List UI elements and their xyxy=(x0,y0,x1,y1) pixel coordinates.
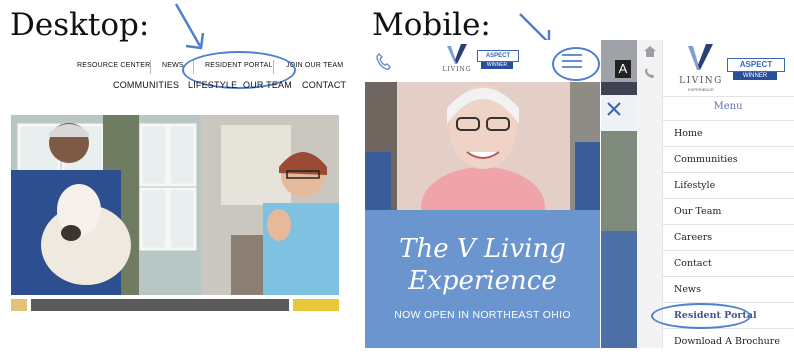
menu-title: Menu xyxy=(713,101,743,112)
menu-item-careers[interactable]: Careers xyxy=(662,224,794,250)
mobile-hero-image xyxy=(365,82,600,247)
nav-communities[interactable]: COMMUNITIES xyxy=(113,80,179,90)
v-living-logo-icon xyxy=(447,44,467,64)
desktop-main-nav: COMMUNITIES LIFESTYLE OUR TEAM CONTACT xyxy=(110,80,346,94)
side-menu-icon-rail xyxy=(637,40,663,348)
arrow-to-resident-portal xyxy=(174,3,205,50)
mobile-label: Mobile: xyxy=(372,7,491,43)
menu-item-download-brochure[interactable]: Download A Brochure xyxy=(662,328,794,354)
banner-title-line2: Experience xyxy=(408,266,557,296)
nav-our-team[interactable]: OUR TEAM xyxy=(243,80,292,90)
desktop-label: Desktop: xyxy=(10,7,150,43)
menu-item-our-team[interactable]: Our Team xyxy=(662,198,794,224)
overlay-background: A xyxy=(601,40,637,348)
phone-icon[interactable] xyxy=(644,68,655,79)
menu-item-home[interactable]: Home xyxy=(662,120,794,146)
logo-text: LIVING xyxy=(442,66,472,73)
mobile-banner: The V Living Experience NOW OPEN IN NORT… xyxy=(365,210,600,348)
desktop-photo-strip xyxy=(11,298,339,311)
desktop-hero-image xyxy=(11,115,339,295)
menu-item-contact[interactable]: Contact xyxy=(662,250,794,276)
nav-lifestyle[interactable]: LIFESTYLE xyxy=(188,80,237,90)
menu-aspect-award-badge: ASPECT WINNER xyxy=(727,58,785,82)
banner-subtitle: NOW OPEN IN NORTHEAST OHIO xyxy=(394,309,571,321)
menu-logo-subtext: EXPERIENCE xyxy=(688,87,714,92)
menu-item-lifestyle[interactable]: Lifestyle xyxy=(662,172,794,198)
banner-title-line1: The V Living xyxy=(399,234,566,264)
menu-logo-text: LIVING xyxy=(679,76,723,86)
mobile-body: The V Living Experience NOW OPEN IN NORT… xyxy=(365,82,600,348)
menu-resident-portal-highlight xyxy=(651,303,751,329)
close-icon[interactable] xyxy=(607,102,621,116)
nav-resource-center[interactable]: RESOURCE CENTER xyxy=(77,62,150,69)
nav-news[interactable]: NEWS xyxy=(162,62,184,69)
aspect-award-badge: ASPECT WINNER xyxy=(477,50,519,70)
menu-item-news[interactable]: News xyxy=(662,276,794,302)
phone-icon[interactable] xyxy=(375,53,391,71)
brand-letter: A xyxy=(615,60,631,78)
menu-v-living-logo-icon xyxy=(688,44,713,70)
nav-contact[interactable]: CONTACT xyxy=(302,80,346,90)
menu-item-communities[interactable]: Communities xyxy=(662,146,794,172)
hamburger-highlight xyxy=(552,47,600,81)
home-icon[interactable] xyxy=(644,46,656,57)
